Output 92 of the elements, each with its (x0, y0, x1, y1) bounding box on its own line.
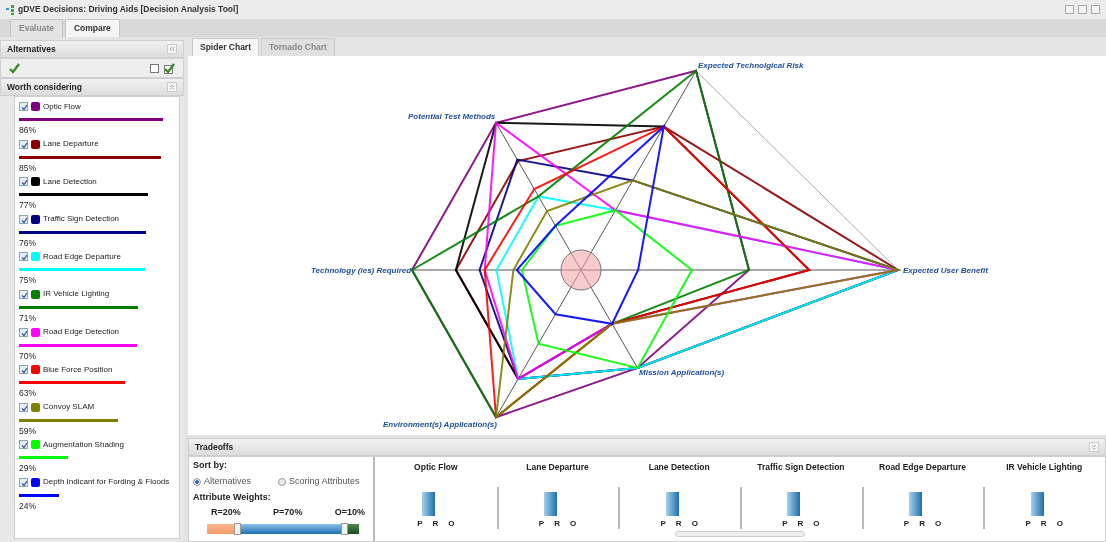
alternative-name[interactable]: IR Vehicle Lighting (43, 288, 110, 301)
weight-value: R=20% (211, 506, 241, 519)
checkbox[interactable] (19, 177, 28, 187)
score-bar (19, 456, 68, 460)
weights-label: Attribute Weights: (193, 490, 272, 504)
weights-slider[interactable] (207, 523, 359, 534)
score-percent: 71% (19, 311, 37, 325)
alternative-name[interactable]: Lane Departure (43, 138, 99, 151)
score-percent: 77% (19, 199, 37, 212)
alternative-name[interactable]: Depth Indicant for Fording & Floods (43, 476, 170, 489)
score-percent: 86% (19, 124, 37, 137)
axis-letter: O (1056, 517, 1063, 530)
bar-graphic (1030, 491, 1044, 516)
axis-letter: P (660, 517, 666, 530)
axis-letter: R (554, 517, 560, 530)
axis-letter: P (782, 517, 788, 530)
checkbox[interactable] (19, 102, 28, 111)
axis-label: Expected User Benefit (903, 265, 988, 277)
alternative-name[interactable]: Optic Flow (43, 100, 81, 113)
bar-graphic (544, 491, 557, 516)
axis-letter: O (448, 517, 455, 530)
score-bar (19, 493, 59, 497)
checkbox[interactable] (19, 214, 28, 224)
tab[interactable]: Compare (64, 19, 120, 37)
group-title: Worth considering (7, 80, 82, 94)
checkbox-icon[interactable] (150, 63, 159, 73)
axis-letter: R (1040, 517, 1047, 530)
axis-label: Environment(s) Application(s) (383, 419, 497, 431)
bar-graphic (787, 491, 801, 516)
score-percent: 63% (19, 387, 37, 400)
axis-label: Technology (ies) Required (311, 265, 412, 277)
bar-graphic (422, 491, 436, 516)
sort-label: Sort by: (193, 459, 228, 472)
checked-box-icon[interactable] (164, 62, 175, 74)
alternative-name[interactable]: Blue Force Position (43, 363, 113, 376)
checkbox[interactable] (19, 365, 28, 375)
axis-letter: R (797, 517, 804, 530)
scrollbar[interactable] (675, 531, 805, 537)
check-all-icon[interactable] (9, 62, 20, 74)
score-percent: 59% (19, 424, 37, 438)
score-percent: 29% (19, 462, 37, 476)
weight-value: P=70% (273, 506, 303, 519)
axis-letter: R (919, 517, 925, 530)
checkbox[interactable] (19, 477, 28, 487)
alternative-name: Traffic Sign Detection (757, 461, 845, 474)
checkbox[interactable] (19, 440, 28, 450)
alternative-name[interactable]: Lane Detection (43, 175, 97, 188)
axis-letter: R (675, 517, 682, 530)
slider-thumb[interactable] (234, 522, 242, 535)
checkbox[interactable] (19, 402, 28, 412)
axis-letter: O (934, 517, 942, 530)
tab[interactable]: Spider Chart (192, 38, 259, 56)
score-percent: 24% (19, 499, 37, 513)
score-percent: 76% (19, 236, 37, 250)
alternative-name: Lane Detection (648, 461, 710, 474)
alternative-name[interactable]: Traffic Sign Detection (43, 213, 120, 226)
axis-letter: O (691, 517, 698, 530)
alternative-name: IR Vehicle Lighting (1006, 461, 1083, 474)
checkbox[interactable] (19, 289, 28, 299)
axis-label: Expected Technolgical Risk (698, 60, 804, 72)
checkbox[interactable] (19, 252, 28, 262)
alternative-name[interactable]: Road Edge Departure (43, 250, 121, 263)
bar-graphic (665, 491, 679, 516)
axis-label: Potential Test Methods (408, 111, 496, 123)
score-percent: 75% (19, 274, 37, 288)
checkbox[interactable] (19, 327, 28, 337)
axis-letter: O (813, 517, 820, 530)
app-icon (6, 4, 14, 15)
bar-graphic (909, 491, 922, 516)
radio-option[interactable]: Alternatives (193, 474, 252, 489)
score-percent: 85% (19, 161, 37, 175)
alternative-name: Optic Flow (414, 461, 458, 474)
checkbox[interactable] (19, 139, 28, 149)
panel-title: Tradeoffs (195, 440, 234, 454)
window-title: gDVE Decisions: Driving Aids [Decision Analysis Tool] (18, 3, 239, 16)
axis-letter: P (417, 517, 423, 530)
axis-letter: R (432, 517, 439, 530)
alternative-name[interactable]: Road Edge Detection (43, 326, 120, 339)
alternative-name[interactable]: Convoy SLAM (43, 401, 95, 414)
axis-label: Mission Application(s) (639, 367, 725, 379)
score-percent: 70% (19, 349, 37, 363)
alternative-name[interactable]: Augmentation Shading (43, 438, 124, 451)
radio-option[interactable]: Scoring Attributes (278, 474, 360, 489)
axis-letter: P (1025, 517, 1031, 530)
axis-letter: P (538, 517, 545, 530)
panel-title: Alternatives (7, 42, 56, 56)
axis-letter: P (903, 517, 910, 530)
axis-letter: O (569, 517, 577, 530)
slider-thumb[interactable] (340, 522, 348, 535)
alternative-name: Road Edge Departure (879, 461, 966, 474)
weight-value: O=10% (334, 506, 365, 519)
alternative-name: Lane Departure (526, 461, 589, 474)
